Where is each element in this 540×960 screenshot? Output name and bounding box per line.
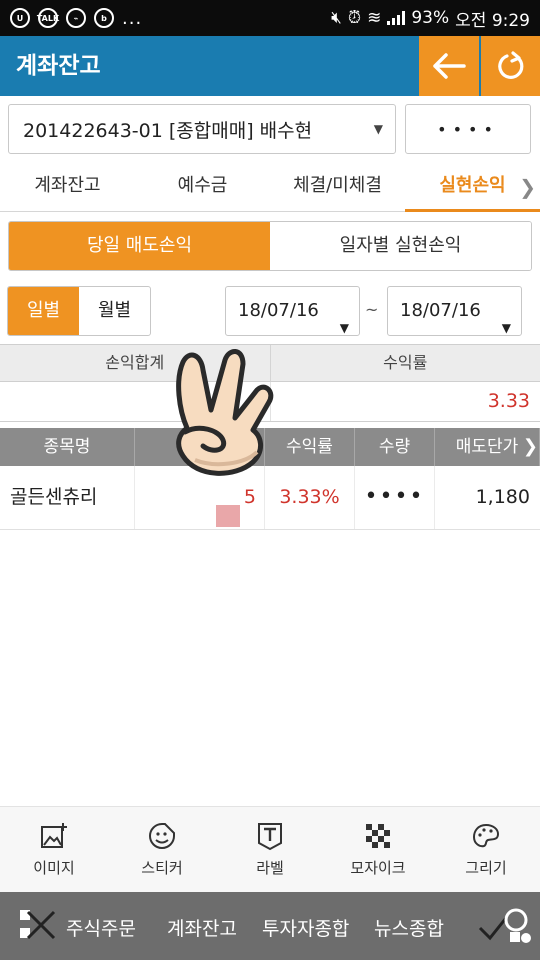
tab-deposit[interactable]: 예수금: [135, 162, 270, 211]
kakaotalk-icon: TALK: [37, 8, 59, 28]
image-add-icon: [41, 823, 67, 848]
stock-quantity: ••••: [355, 466, 435, 529]
daily-realized-pnl-button[interactable]: 일자별 실현손익: [270, 222, 531, 270]
chevron-right-icon[interactable]: ❯: [519, 175, 536, 199]
refresh-button[interactable]: [481, 36, 540, 96]
b-app-icon: b: [94, 8, 114, 28]
edit-mosaic-label: 모자이크: [350, 859, 406, 877]
wifi-icon: ≋: [367, 8, 382, 28]
date-range-separator: ~: [365, 300, 379, 319]
account-select[interactable]: 201422643-01 [종합매매] 배수현 ▼: [8, 104, 396, 154]
nav-stock-order[interactable]: 주식주문: [66, 914, 136, 941]
vibrate-app-icon: ⌁: [66, 8, 86, 28]
edit-toolbar: 이미지 스티커 라벨 모자이크 그리기: [0, 806, 540, 892]
signal-icon: [387, 11, 406, 25]
edit-draw-label: 그리기: [465, 859, 507, 877]
edit-draw-button[interactable]: 그리기: [432, 807, 540, 892]
tab-account-balance[interactable]: 계좌잔고: [0, 162, 135, 211]
chevron-right-icon[interactable]: ❯: [523, 436, 538, 457]
pnl-mode-toggle: 당일 매도손익 일자별 실현손익: [8, 221, 532, 271]
back-button[interactable]: [419, 36, 479, 96]
text-label-icon: [258, 823, 282, 851]
clock: 오전 9:29: [455, 10, 530, 31]
peace-hand-sticker-icon[interactable]: [165, 340, 280, 480]
summary-header-return-rate: 수익률: [383, 353, 428, 372]
col-stock-name: 종목명: [0, 428, 135, 466]
palette-icon: [472, 823, 500, 848]
start-date-select[interactable]: 18/07/16 ▼: [225, 286, 360, 336]
battery-level: 93%: [411, 8, 450, 28]
edit-label-button[interactable]: 라벨: [216, 807, 324, 892]
pink-marker: [216, 505, 240, 527]
stock-name: 골든센츄리: [0, 466, 135, 529]
edit-sticker-button[interactable]: 스티커: [108, 807, 216, 892]
edit-mosaic-button[interactable]: 모자이크: [324, 807, 432, 892]
stock-sell-price: 1,180: [475, 486, 530, 508]
start-date-value: 18/07/16: [238, 300, 319, 321]
mosaic-icon: [366, 824, 390, 848]
checkmark-icon[interactable]: [476, 904, 532, 946]
end-date-value: 18/07/16: [400, 300, 481, 321]
period-toggle: 일별 월별: [7, 286, 151, 336]
mute-icon: 🔇︎: [331, 8, 342, 28]
close-menu-icon[interactable]: [18, 908, 58, 942]
tab-bar: 계좌잔고 예수금 체결/미체결 실현손익: [0, 162, 540, 212]
edit-image-label: 이미지: [33, 859, 75, 877]
monthly-button[interactable]: 월별: [79, 287, 150, 335]
col-quantity: 수량: [355, 428, 435, 466]
arrow-left-icon: [433, 53, 466, 79]
alarm-icon: ⏰︎: [347, 8, 362, 28]
bottom-nav: 주식주문 계좌잔고 투자자종합 뉴스종합: [0, 892, 540, 960]
daily-button[interactable]: 일별: [8, 287, 79, 335]
summary-return-rate-value: 3.33: [487, 390, 530, 412]
dropdown-caret-icon: ▼: [373, 122, 383, 136]
edit-image-button[interactable]: 이미지: [0, 807, 108, 892]
tab-executions[interactable]: 체결/미체결: [270, 162, 405, 211]
sticker-icon: [149, 823, 175, 849]
today-sell-pnl-button[interactable]: 당일 매도손익: [9, 222, 270, 270]
nav-news-summary[interactable]: 뉴스종합: [374, 914, 444, 941]
end-date-select[interactable]: 18/07/16 ▼: [387, 286, 522, 336]
account-select-value: 201422643-01 [종합매매] 배수현: [23, 119, 313, 142]
edit-sticker-label: 스티커: [141, 859, 183, 877]
page-title: 계좌잔고: [16, 53, 101, 79]
more-notifications: ...: [122, 7, 143, 29]
mobile-app-icon: U: [10, 8, 30, 28]
app-header: 계좌잔고: [0, 36, 540, 96]
nav-account-balance[interactable]: 계좌잔고: [167, 914, 237, 941]
edit-label-label: 라벨: [256, 859, 284, 877]
refresh-icon: [498, 51, 524, 79]
status-bar: U TALK ⌁ b ... 🔇︎ ⏰︎ ≋ 93% 오전 9:29: [0, 0, 540, 36]
nav-investor-summary[interactable]: 투자자종합: [262, 914, 349, 941]
password-field[interactable]: ••••: [405, 104, 531, 154]
